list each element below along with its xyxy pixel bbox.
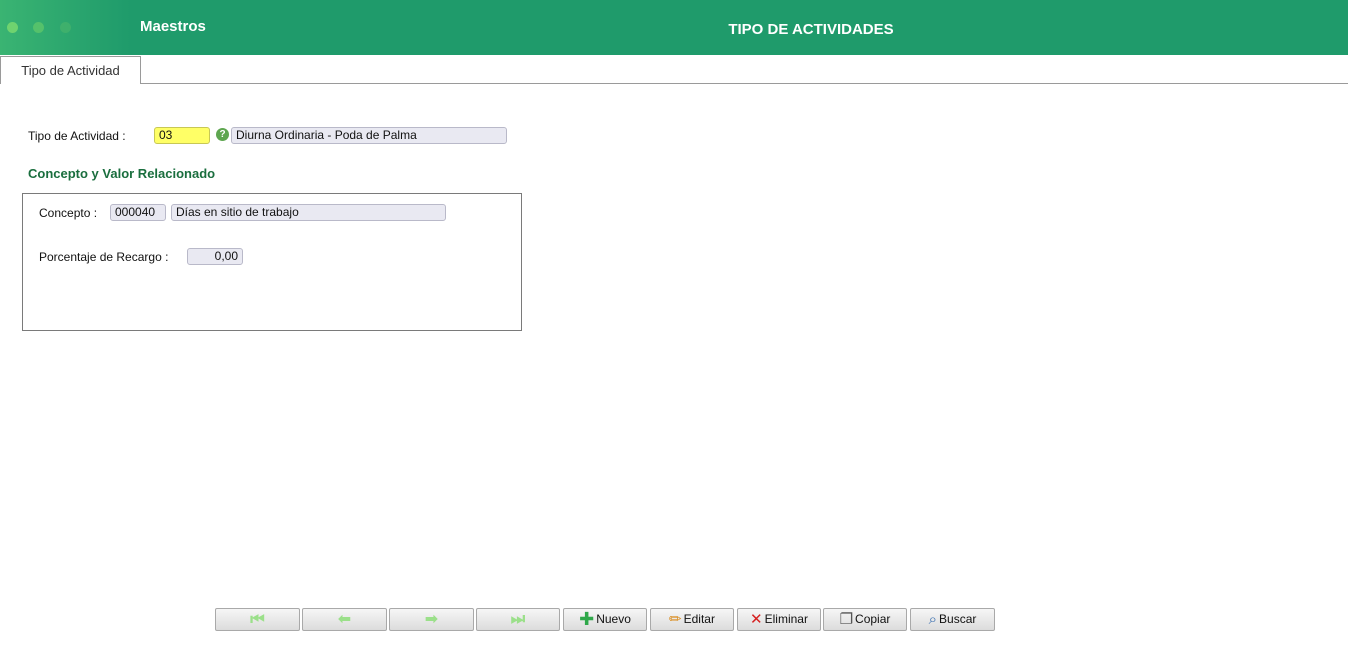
- copiar-button[interactable]: ❐ Copiar: [823, 608, 907, 631]
- next-record-button[interactable]: ➡: [389, 608, 474, 631]
- concepto-code-input[interactable]: 000040: [110, 204, 166, 221]
- next-record-icon: ➡: [424, 611, 439, 628]
- copy-icon: ❐: [839, 611, 854, 628]
- plus-icon: ✚: [579, 609, 595, 629]
- last-record-button[interactable]: ⏭: [476, 608, 560, 631]
- pencil-icon: ✏: [669, 611, 682, 628]
- last-record-icon: ⏭: [510, 611, 526, 628]
- previous-record-button[interactable]: ⬅: [302, 608, 387, 631]
- tipo-actividad-description-field: Diurna Ordinaria - Poda de Palma: [231, 127, 507, 144]
- tipo-actividad-label: Tipo de Actividad :: [28, 129, 126, 143]
- search-icon: ⌕: [928, 611, 938, 628]
- nuevo-button[interactable]: ✚ Nuevo: [563, 608, 647, 631]
- editar-button[interactable]: ✏ Editar: [650, 608, 734, 631]
- buscar-label: Buscar: [939, 612, 977, 626]
- tab-tipo-de-actividad[interactable]: Tipo de Actividad: [0, 56, 141, 85]
- buscar-button[interactable]: ⌕ Buscar: [910, 608, 995, 631]
- page-title: TIPO DE ACTIVIDADES: [728, 21, 894, 38]
- eliminar-button[interactable]: ✕ Eliminar: [737, 608, 821, 631]
- section-title: Concepto y Valor Relacionado: [28, 166, 216, 181]
- delete-x-icon: ✕: [750, 611, 763, 628]
- porcentaje-label: Porcentaje de Recargo :: [39, 250, 169, 264]
- tab-bar: Tipo de Actividad: [0, 55, 1348, 85]
- nuevo-label: Nuevo: [596, 612, 631, 626]
- editar-label: Editar: [683, 612, 715, 626]
- first-record-icon: ⏮: [250, 611, 265, 628]
- eliminar-label: Eliminar: [764, 612, 808, 626]
- previous-record-icon: ⬅: [337, 611, 352, 628]
- first-record-button[interactable]: ⏮: [215, 608, 300, 631]
- copiar-label: Copiar: [855, 612, 891, 626]
- app-header: Maestros TIPO DE ACTIVIDADES: [0, 0, 1348, 55]
- help-icon[interactable]: ?: [216, 128, 229, 141]
- porcentaje-recargo-input[interactable]: 0,00: [187, 248, 243, 265]
- tipo-actividad-code-input[interactable]: 03: [154, 127, 210, 144]
- concepto-description-field: Días en sitio de trabajo: [171, 204, 446, 221]
- concepto-label: Concepto :: [39, 206, 98, 220]
